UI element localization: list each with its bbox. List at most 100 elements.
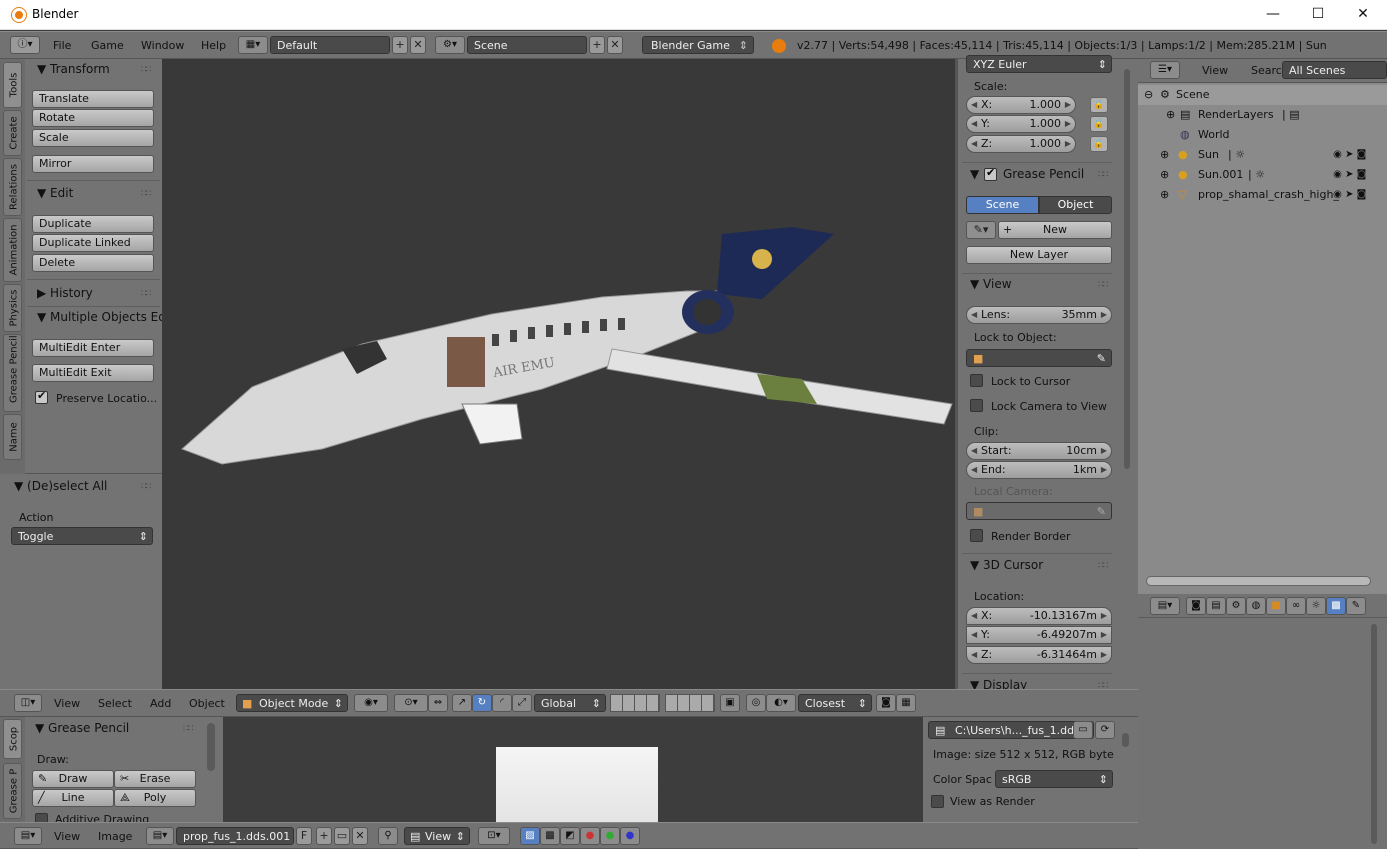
transform-orientation-select[interactable]: Global ⇕	[534, 694, 606, 712]
editor-type-outliner-icon[interactable]: ☰▾	[1150, 61, 1180, 79]
3d-cursor-panel-header[interactable]: ▼ 3D Cursor	[970, 558, 1043, 572]
bottom-grease-pencil-header[interactable]: ▼ Grease Pencil	[35, 721, 129, 735]
outliner-item-renderlayers[interactable]: ⊕ ▤ RenderLayers | ▤	[1166, 105, 1387, 125]
view3d-menu-object[interactable]: Object	[189, 697, 225, 710]
proportional-edit-icon[interactable]: ◎	[746, 694, 766, 712]
panel-grip-icon[interactable]: ∷∷	[141, 289, 152, 299]
outliner-item-scene[interactable]: ⊖ ⚙ Scene	[1144, 85, 1384, 105]
checker-alpha-icon[interactable]: ▩	[540, 827, 560, 845]
mode-select[interactable]: ■ Object Mode ⇕	[236, 694, 348, 712]
render-still-icon[interactable]: ◙	[876, 694, 896, 712]
pencil-icon[interactable]: ✎▾	[966, 221, 996, 239]
remove-screen-icon[interactable]: ✕	[410, 36, 426, 54]
close-button[interactable]: ✕	[1340, 0, 1386, 30]
world-tab-icon[interactable]: ◍	[1246, 597, 1266, 615]
maximize-button[interactable]: ☐	[1295, 0, 1341, 30]
panel-grip-icon[interactable]: ∷∷	[141, 189, 152, 199]
open-image-icon[interactable]: ▭	[334, 827, 350, 845]
menu-help[interactable]: Help	[201, 39, 226, 52]
view3d-menu-view[interactable]: View	[54, 697, 80, 710]
multiedit-exit-button[interactable]: MultiEdit Exit	[32, 364, 154, 382]
mirror-button[interactable]: Mirror	[32, 155, 154, 173]
image-view-mode-select[interactable]: ▤ View ⇕	[404, 827, 470, 845]
add-scene-icon[interactable]: +	[589, 36, 605, 54]
menu-game[interactable]: Game	[91, 39, 124, 52]
delete-button[interactable]: Delete	[32, 254, 154, 272]
pin-icon[interactable]: ⚲	[378, 827, 398, 845]
panel-grip-icon[interactable]: ∷∷	[1098, 170, 1109, 180]
translate-manipulator-icon[interactable]: ↗	[452, 694, 472, 712]
image-menu-image[interactable]: Image	[98, 830, 132, 843]
editor-type-image-icon[interactable]: ▤▾	[14, 827, 42, 845]
outliner-h-scrollbar[interactable]	[1146, 576, 1371, 586]
gp-poly-button[interactable]: ⟁ Poly	[114, 789, 196, 807]
scale-z-field[interactable]: ◀ Z: 1.000 ▶	[966, 135, 1076, 153]
lens-field[interactable]: ◀ Lens: 35mm ▶	[966, 306, 1112, 324]
constraints-tab-icon[interactable]: ∞	[1286, 597, 1306, 615]
render-layers-tab-icon[interactable]: ▤	[1206, 597, 1226, 615]
properties-scrollbar[interactable]	[1124, 69, 1130, 469]
rotation-mode-select[interactable]: XYZ Euler ⇕	[966, 55, 1112, 73]
snap-target-select[interactable]: Closest ⇕	[798, 694, 872, 712]
object-tab-icon[interactable]: ■	[1266, 597, 1286, 615]
editor-type-properties-icon[interactable]: ▤▾	[1150, 597, 1180, 615]
view3d-menu-add[interactable]: Add	[150, 697, 171, 710]
pivot-icon[interactable]: ⊡▾	[478, 827, 510, 845]
grease-scene-tab[interactable]: Scene	[966, 196, 1039, 214]
rotate-button[interactable]: Rotate	[32, 109, 154, 127]
tab-grease-pencil-2[interactable]: Grease P	[3, 763, 22, 819]
new-image-icon[interactable]: +	[316, 827, 332, 845]
green-channel-icon[interactable]: ●	[600, 827, 620, 845]
snap-element-icon[interactable]: ◐▾	[766, 694, 796, 712]
new-layer-button[interactable]: New Layer	[966, 246, 1112, 264]
history-panel-header[interactable]: ▶ History	[37, 286, 93, 300]
duplicate-button[interactable]: Duplicate	[32, 215, 154, 233]
action-select[interactable]: Toggle ⇕	[11, 527, 153, 545]
panel-grip-icon[interactable]: ∷∷	[183, 724, 194, 734]
panel-grip-icon[interactable]: ∷∷	[141, 482, 152, 492]
scale-manipulator-icon[interactable]: ⤢	[512, 694, 532, 712]
view-as-render-checkbox[interactable]	[931, 795, 944, 808]
scene-field[interactable]: Scene	[467, 36, 587, 54]
panel-grip-icon[interactable]: ∷∷	[1098, 280, 1109, 290]
shading-mode-icon[interactable]: ◉▾	[354, 694, 388, 712]
scene-tab-icon[interactable]: ⚙	[1226, 597, 1246, 615]
minimize-button[interactable]: —	[1250, 0, 1296, 30]
lock-icon[interactable]: 🔒	[1090, 116, 1108, 132]
data-tab-icon[interactable]: ☼	[1306, 597, 1326, 615]
tab-grease-pencil[interactable]: Grease Pencil	[3, 334, 22, 412]
gp-erase-button[interactable]: ✂ Erase	[114, 770, 196, 788]
screen-layout-field[interactable]: Default	[270, 36, 390, 54]
lock-object-field[interactable]: ■ ✎	[966, 349, 1112, 367]
menu-window[interactable]: Window	[141, 39, 184, 52]
cursor-z-field[interactable]: ◀ Z: -6.31464m ▶	[966, 646, 1112, 664]
tab-name[interactable]: Name	[3, 414, 22, 460]
duplicate-linked-button[interactable]: Duplicate Linked	[32, 234, 154, 252]
clip-start-field[interactable]: ◀ Start: 10cm ▶	[966, 442, 1112, 460]
deselect-all-header[interactable]: ▼ (De)select All	[14, 479, 107, 493]
multiedit-enter-button[interactable]: MultiEdit Enter	[32, 339, 154, 357]
visibility-eye-icon[interactable]: ◉ ➤ ◙	[1330, 165, 1386, 185]
grease-pencil-panel-header[interactable]: ▼	[970, 167, 979, 181]
add-screen-icon[interactable]: +	[392, 36, 408, 54]
remove-scene-icon[interactable]: ✕	[607, 36, 623, 54]
rotate-manipulator-icon[interactable]: ↻	[472, 694, 492, 712]
render-engine-select[interactable]: Blender Game ⇕	[642, 36, 754, 54]
layers-grid-2[interactable]	[665, 694, 715, 712]
scale-x-field[interactable]: ◀ X: 1.000 ▶	[966, 96, 1076, 114]
lock-icon[interactable]: 🔒	[1090, 136, 1108, 152]
lock-icon[interactable]: 🔒	[1090, 97, 1108, 113]
image-props-scrollbar[interactable]	[1122, 733, 1129, 747]
red-channel-icon[interactable]: ●	[580, 827, 600, 845]
editor-type-info-icon[interactable]: ⓘ▾	[10, 36, 40, 54]
texture-tab-icon[interactable]: ▩	[1326, 597, 1346, 615]
view3d-menu-select[interactable]: Select	[98, 697, 132, 710]
unlink-image-icon[interactable]: ✕	[352, 827, 368, 845]
render-border-checkbox[interactable]	[970, 529, 983, 542]
lock-to-cursor-checkbox[interactable]	[970, 374, 983, 387]
screen-layout-icon[interactable]: ▦▾	[238, 36, 268, 54]
reload-image-icon[interactable]: ⟳	[1095, 721, 1115, 739]
outliner-menu-view[interactable]: View	[1202, 64, 1228, 77]
local-camera-field[interactable]: ■ ✎	[966, 502, 1112, 520]
tab-relations[interactable]: Relations	[3, 158, 22, 216]
